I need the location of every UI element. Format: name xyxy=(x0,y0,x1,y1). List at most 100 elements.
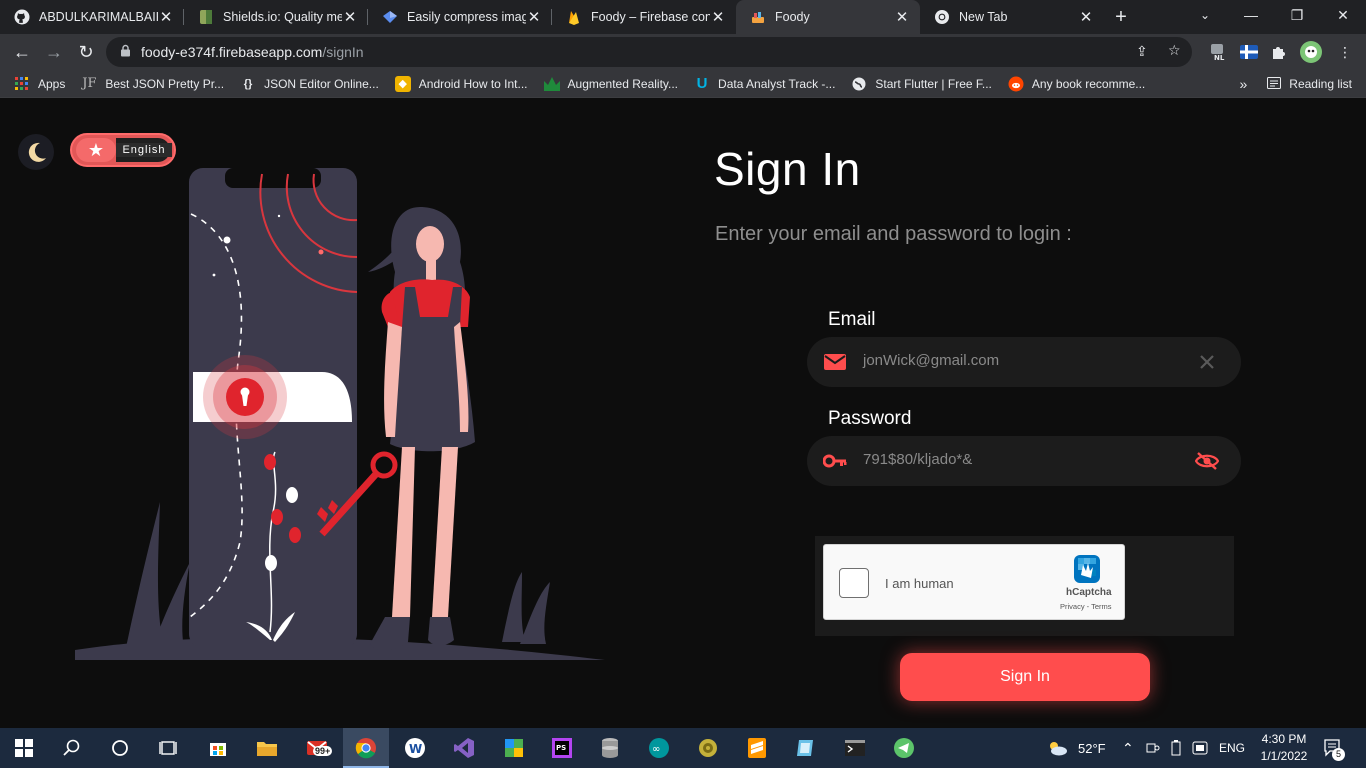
profile-avatar[interactable] xyxy=(1298,39,1324,65)
hcaptcha-brand: hCaptcha xyxy=(1066,587,1112,598)
menu-kebab-icon[interactable]: ⋮ xyxy=(1332,39,1358,65)
database-icon[interactable] xyxy=(598,736,622,760)
minimize-icon[interactable]: — xyxy=(1228,0,1274,30)
windows-taskbar: 99+ W PS ∞ 52°F ⌃ ENG 4:30 PM 1/1/2022 5 xyxy=(0,728,1366,768)
forward-arrow-icon[interactable]: → xyxy=(38,36,70,68)
password-value: 791$80/kljado*& xyxy=(863,451,973,468)
bookmark-star-icon[interactable]: ☆ xyxy=(1168,42,1181,59)
close-tab-icon[interactable]: ✕ xyxy=(1078,8,1094,26)
browser-tab[interactable]: New Tab ✕ xyxy=(920,0,1104,34)
bookmark-flutter[interactable]: Start Flutter | Free F... xyxy=(851,76,992,92)
snail-app-icon[interactable] xyxy=(696,736,720,760)
language-indicator[interactable]: ENG xyxy=(1219,728,1245,768)
visual-studio-icon[interactable] xyxy=(452,736,476,760)
hcaptcha-logo-icon xyxy=(1074,555,1100,583)
close-tab-icon[interactable]: ✕ xyxy=(894,8,910,26)
close-window-icon[interactable]: ✕ xyxy=(1320,0,1366,30)
tray-chevron-icon[interactable]: ⌃ xyxy=(1122,728,1134,768)
reading-list-icon[interactable] xyxy=(1267,76,1282,92)
browser-tab[interactable]: Foody – Firebase cons ✕ xyxy=(552,0,736,34)
eye-off-icon[interactable] xyxy=(1195,449,1219,473)
chrome-taskbar-icon[interactable] xyxy=(354,736,378,760)
tray-device-icon[interactable] xyxy=(1146,728,1160,768)
github-icon xyxy=(14,9,30,25)
battery-icon[interactable] xyxy=(1170,728,1182,768)
extension-translate-icon[interactable]: NL xyxy=(1205,39,1231,65)
gmail-icon[interactable]: 99+ xyxy=(305,736,333,760)
task-view-icon[interactable] xyxy=(156,736,180,760)
email-field[interactable]: jonWick@gmail.com xyxy=(807,337,1241,387)
signin-button[interactable]: Sign In xyxy=(900,653,1150,701)
notification-icon[interactable]: 5 xyxy=(1323,728,1345,768)
app-w-icon[interactable]: W xyxy=(403,736,427,760)
bookmark-label: JSON Editor Online... xyxy=(264,76,379,91)
bookmark-android[interactable]: ◆ Android How to Int... xyxy=(394,75,528,92)
udacity-icon: U xyxy=(696,75,708,92)
bookmark-json-editor[interactable]: {} JSON Editor Online... xyxy=(240,76,379,92)
reload-icon[interactable]: ↻ xyxy=(70,36,102,68)
bookmarks-bar: Apps JF Best JSON Pretty Pr... {} JSON E… xyxy=(0,70,1366,98)
bookmark-label: Data Analyst Track -... xyxy=(718,76,836,91)
tab-search-chevron-icon[interactable]: ⌄ xyxy=(1192,4,1218,26)
cortana-icon[interactable] xyxy=(108,736,132,760)
close-tab-icon[interactable]: ✕ xyxy=(710,8,726,26)
sublime-text-icon[interactable] xyxy=(745,736,769,760)
windows-start-icon[interactable] xyxy=(12,736,36,760)
compress-icon xyxy=(382,9,398,25)
bookmark-label: Best JSON Pretty Pr... xyxy=(105,76,225,91)
browser-tab[interactable]: Easily compress image ✕ xyxy=(368,0,552,34)
extension-flag-icon[interactable] xyxy=(1236,39,1262,65)
captcha-links[interactable]: Privacy - Terms xyxy=(1060,602,1112,611)
store-icon[interactable] xyxy=(206,736,230,760)
clock-time: 4:30 PM xyxy=(1261,732,1307,746)
bookmark-apps[interactable]: Apps xyxy=(14,76,65,92)
reading-list-button[interactable]: Reading list xyxy=(1289,77,1352,91)
weather-widget[interactable]: 52°F xyxy=(1046,728,1106,768)
bookmark-reddit[interactable]: Any book recomme... xyxy=(1008,76,1145,92)
extensions-puzzle-icon[interactable] xyxy=(1266,39,1292,65)
email-value: jonWick@gmail.com xyxy=(863,352,1000,369)
bookmark-label: Augmented Reality... xyxy=(567,76,679,91)
browser-tab[interactable]: ABDULKARIMALBAIK/ ✕ xyxy=(0,0,184,34)
search-icon[interactable] xyxy=(60,736,84,760)
close-tab-icon[interactable]: ✕ xyxy=(342,8,358,26)
file-explorer-icon[interactable] xyxy=(255,736,279,760)
wifi-icon[interactable] xyxy=(1192,728,1208,768)
terminal-icon[interactable] xyxy=(843,736,867,760)
signin-page: ★ English Sign In Enter your email and p… xyxy=(0,98,1366,728)
close-tab-icon[interactable]: ✕ xyxy=(158,8,174,26)
ar-icon xyxy=(543,76,560,92)
new-tab-button[interactable]: + xyxy=(1104,0,1138,34)
telegram-icon[interactable] xyxy=(892,736,916,760)
share-icon[interactable]: ⇪ xyxy=(1136,43,1148,60)
browser-tab[interactable]: Shields.io: Quality met ✕ xyxy=(184,0,368,34)
shields-icon xyxy=(198,9,214,25)
close-tab-icon[interactable]: ✕ xyxy=(526,8,542,26)
arduino-icon[interactable]: ∞ xyxy=(647,736,671,760)
bookmark-ar[interactable]: Augmented Reality... xyxy=(543,76,679,92)
notes-app-icon[interactable] xyxy=(794,736,818,760)
cloud-sun-icon xyxy=(1050,742,1067,756)
address-bar[interactable]: foody-e374f.firebaseapp.com/signIn ⇪ ☆ xyxy=(106,37,1192,67)
taskbar-clock[interactable]: 4:30 PM 1/1/2022 xyxy=(1254,731,1314,765)
svg-text:W: W xyxy=(409,742,422,756)
dev-tool-icon[interactable] xyxy=(502,736,526,760)
back-arrow-icon[interactable]: ← xyxy=(6,36,38,68)
dark-mode-toggle[interactable] xyxy=(18,134,54,170)
bookmark-json-pretty[interactable]: JF Best JSON Pretty Pr... xyxy=(81,76,224,92)
weather-temp: 52°F xyxy=(1078,740,1106,756)
clear-icon[interactable] xyxy=(1195,350,1219,374)
bookmarks-overflow-icon[interactable]: » xyxy=(1240,76,1248,92)
jf-icon: JF xyxy=(82,76,97,91)
tab-title: Easily compress image xyxy=(407,10,526,24)
bookmark-udacity[interactable]: U Data Analyst Track -... xyxy=(694,75,836,92)
browser-toolbar: ← → ↻ foody-e374f.firebaseapp.com/signIn… xyxy=(0,34,1366,70)
url-path: /signIn xyxy=(322,44,364,60)
captcha-checkbox[interactable] xyxy=(839,568,869,598)
password-field[interactable]: 791$80/kljado*& xyxy=(807,436,1241,486)
braces-icon: {} xyxy=(243,77,253,90)
restore-icon[interactable]: ❐ xyxy=(1274,0,1320,30)
browser-tab-active[interactable]: Foody ✕ xyxy=(736,0,920,34)
phpstorm-icon[interactable]: PS xyxy=(550,736,574,760)
apps-grid-icon xyxy=(14,76,30,92)
